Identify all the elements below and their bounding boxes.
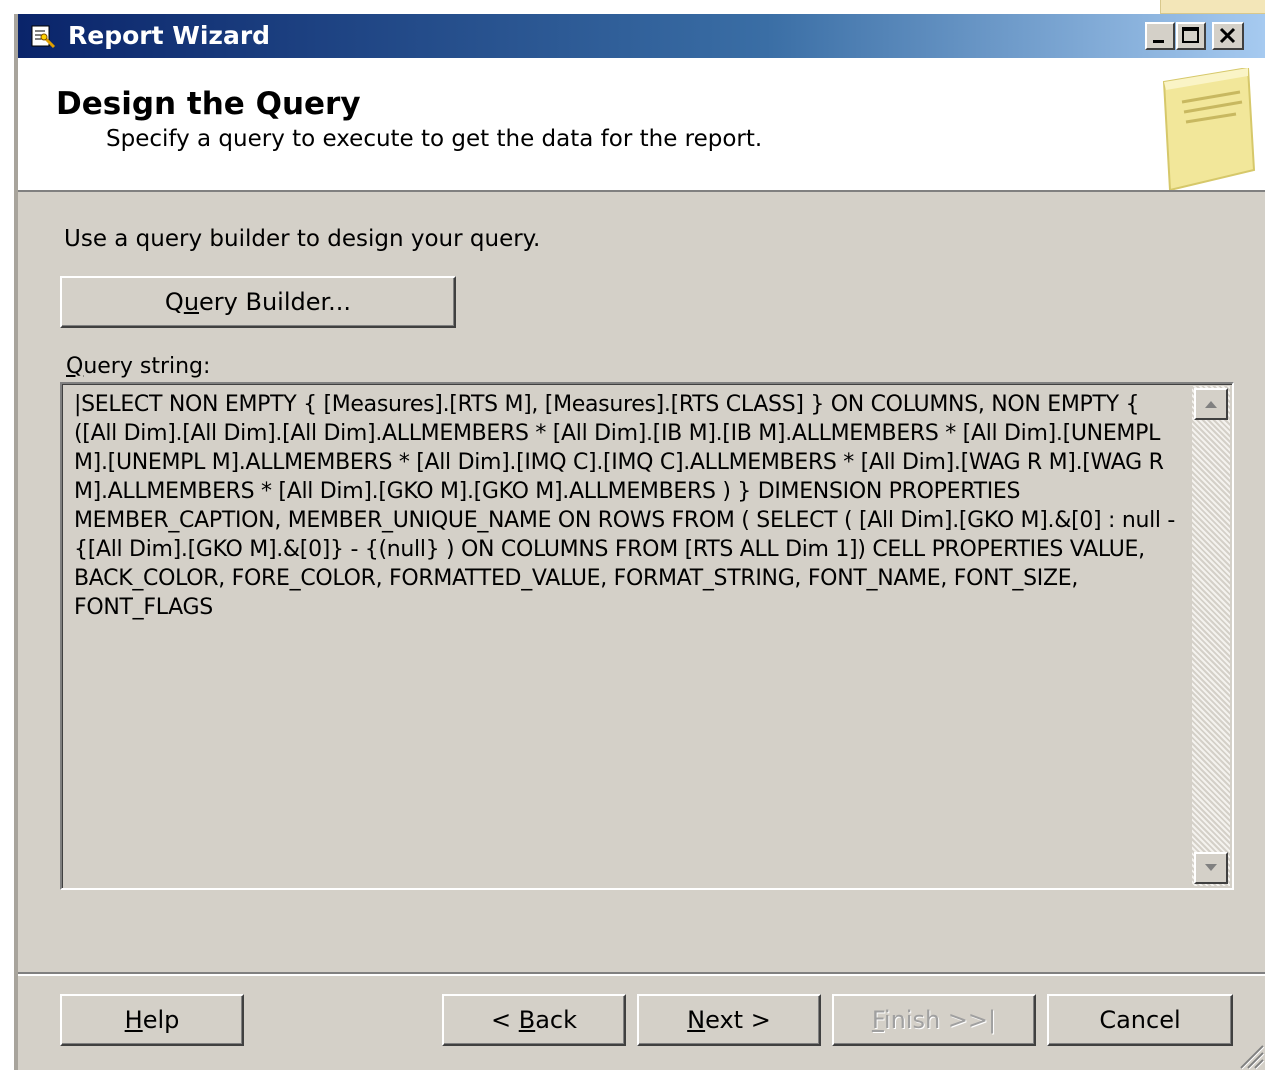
query-string-textarea[interactable]: |SELECT NON EMPTY { [Measures].[RTS M], … xyxy=(60,382,1234,890)
scroll-up-button[interactable] xyxy=(1194,388,1228,420)
report-wizard-dialog: Report Wizard Design the Query Specify a… xyxy=(18,14,1265,1070)
finish-button[interactable]: Finish >>| xyxy=(832,994,1036,1046)
header-panel: Design the Query Specify a query to exec… xyxy=(18,58,1265,192)
help-label-post: elp xyxy=(142,1006,180,1034)
page-subtitle: Specify a query to execute to get the da… xyxy=(106,126,763,152)
query-builder-button[interactable]: Query Builder... xyxy=(60,276,456,328)
note-document-icon xyxy=(1162,68,1256,190)
cancel-label: Cancel xyxy=(1099,1006,1181,1034)
title-bar[interactable]: Report Wizard xyxy=(18,14,1265,58)
cancel-button[interactable]: Cancel xyxy=(1047,994,1233,1046)
resize-grip-icon[interactable] xyxy=(1235,1040,1265,1070)
finish-label-post: inish >>| xyxy=(883,1006,997,1034)
next-label-post: ext > xyxy=(705,1006,771,1034)
back-mnemonic: B xyxy=(518,1006,536,1034)
help-mnemonic: H xyxy=(124,1006,143,1034)
query-string-label: Query string: xyxy=(66,354,210,379)
scroll-down-button[interactable] xyxy=(1194,852,1228,884)
background-corner xyxy=(1160,0,1265,14)
query-builder-label-post: ery Builder... xyxy=(199,288,352,316)
back-label-pre: < xyxy=(490,1006,519,1034)
report-wizard-icon xyxy=(31,25,56,49)
page-title: Design the Query xyxy=(56,86,361,122)
maximize-icon xyxy=(1182,27,1199,43)
maximize-button[interactable] xyxy=(1176,22,1206,50)
query-string-text[interactable]: |SELECT NON EMPTY { [Measures].[RTS M], … xyxy=(74,390,1186,622)
minimize-button[interactable] xyxy=(1145,22,1175,50)
vertical-scrollbar[interactable] xyxy=(1192,386,1230,886)
back-label-post: ack xyxy=(535,1006,578,1034)
query-string-label-post: uery string: xyxy=(83,354,211,379)
back-button[interactable]: < Back xyxy=(442,994,626,1046)
footer-divider xyxy=(18,972,1265,976)
query-string-mnemonic: Q xyxy=(66,354,84,379)
minimize-icon xyxy=(1153,40,1164,43)
instruction-text: Use a query builder to design your query… xyxy=(64,226,541,252)
query-builder-label-pre: Q xyxy=(164,288,184,316)
finish-mnemonic: F xyxy=(871,1006,884,1034)
help-button[interactable]: Help xyxy=(60,994,244,1046)
arrow-down-icon xyxy=(1205,864,1217,871)
close-button[interactable] xyxy=(1212,22,1244,50)
window-title: Report Wizard xyxy=(68,21,271,50)
query-builder-mnemonic: u xyxy=(183,288,200,316)
next-mnemonic: N xyxy=(687,1006,706,1034)
arrow-up-icon xyxy=(1205,401,1217,408)
next-button[interactable]: Next > xyxy=(637,994,821,1046)
close-icon xyxy=(1219,27,1236,44)
